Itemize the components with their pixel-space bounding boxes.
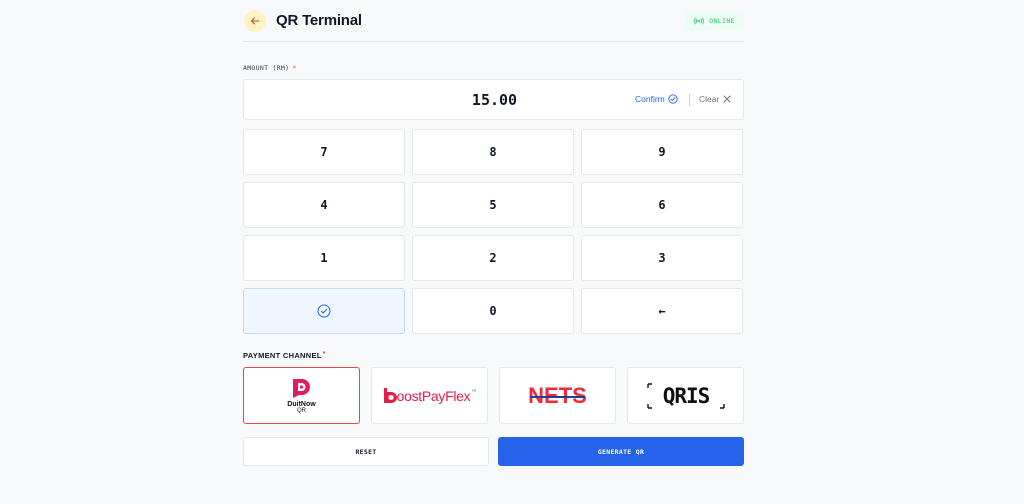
amount-display[interactable]: 15.00 Confirm Clear: [243, 79, 744, 120]
generate-qr-button[interactable]: GENERATE QR: [498, 437, 744, 466]
arrow-left-icon: [251, 17, 260, 24]
channel-nets[interactable]: NETS: [499, 367, 616, 424]
duitnow-logo: DuitNow QR: [287, 377, 316, 414]
key-backspace[interactable]: ←: [581, 288, 743, 334]
key-confirm[interactable]: [243, 288, 405, 334]
boost-trademark: ™: [471, 388, 477, 395]
key-1[interactable]: 1: [243, 235, 405, 281]
boost-text: oostPayFlex: [396, 387, 471, 404]
confirm-label: Confirm: [635, 94, 665, 104]
keypad: 7 8 9 4 5 6 1 2 3 0 ←: [243, 129, 744, 334]
key-5[interactable]: 5: [412, 182, 574, 228]
key-4[interactable]: 4: [243, 182, 405, 228]
payment-channels: DuitNow QR oostPayFlex ™ NETS QRIS: [243, 367, 744, 424]
check-circle-icon: [668, 94, 678, 104]
key-0[interactable]: 0: [412, 288, 574, 334]
key-8[interactable]: 8: [412, 129, 574, 175]
key-6[interactable]: 6: [581, 182, 743, 228]
key-3[interactable]: 3: [581, 235, 743, 281]
required-mark: *: [322, 351, 326, 358]
channel-duitnow[interactable]: DuitNow QR: [243, 367, 360, 424]
qris-logo: QRIS: [646, 382, 725, 409]
amount-label-text: AMOUNT (RM): [243, 64, 290, 72]
channel-boost[interactable]: oostPayFlex ™: [371, 367, 488, 424]
payment-channel-label: PAYMENT CHANNEL*: [243, 351, 326, 360]
amount-label: AMOUNT (RM) *: [243, 64, 297, 72]
qris-text: QRIS: [662, 384, 709, 408]
nets-stripe: [530, 395, 585, 398]
close-icon: [723, 95, 731, 103]
duitnow-name: DuitNow: [287, 401, 316, 408]
boost-logo: oostPayFlex ™: [383, 387, 477, 404]
actions: RESET GENERATE QR: [243, 437, 744, 466]
key-9[interactable]: 9: [581, 129, 743, 175]
clear-label: Clear: [699, 94, 720, 104]
check-circle-icon: [317, 304, 331, 318]
boost-icon: [383, 388, 397, 403]
status-text: ONLINE: [709, 16, 735, 25]
reset-button[interactable]: RESET: [243, 437, 489, 466]
key-7[interactable]: 7: [243, 129, 405, 175]
required-mark: *: [292, 64, 297, 72]
qr-terminal: QR Terminal ONLINE AMOUNT (RM) * 15.00 Co…: [243, 0, 744, 466]
status-badge: ONLINE: [685, 11, 744, 30]
duitnow-sub: QR: [296, 408, 306, 414]
payment-channel-label-text: PAYMENT CHANNEL: [243, 351, 322, 360]
duitnow-icon: [293, 379, 311, 398]
clear-button[interactable]: Clear: [699, 94, 731, 104]
key-2[interactable]: 2: [412, 235, 574, 281]
nets-logo: NETS: [528, 383, 587, 409]
signal-icon: [694, 17, 704, 24]
header: QR Terminal ONLINE: [243, 0, 744, 42]
back-button[interactable]: [244, 9, 266, 32]
page-title: QR Terminal: [276, 12, 362, 29]
divider: [689, 94, 690, 106]
channel-qris[interactable]: QRIS: [627, 367, 744, 424]
confirm-button[interactable]: Confirm: [635, 94, 678, 104]
